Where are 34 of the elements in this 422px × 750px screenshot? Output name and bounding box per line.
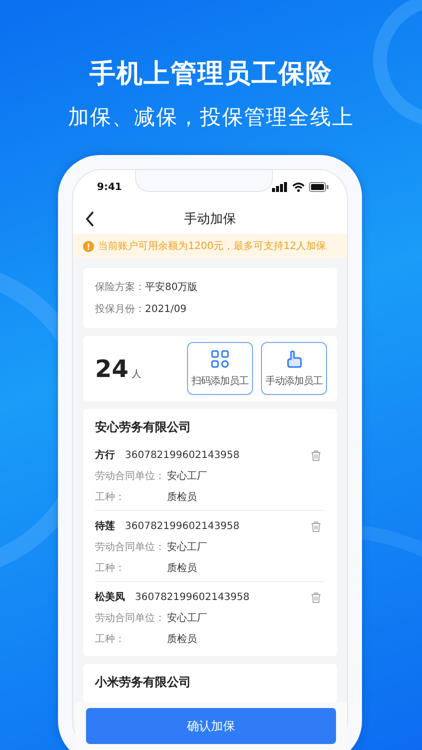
field-label: 劳动合同单位： (95, 612, 166, 625)
id-number: 360782199602143958 (135, 592, 250, 602)
notice-text: 当前账户可用余额为1200元，最多可支持12人加保 (98, 240, 326, 253)
field-label: 工种： (95, 490, 126, 504)
add-employee-button[interactable]: 扫码添加员工 (187, 342, 253, 395)
field-label: 劳动合同单位： (95, 540, 166, 554)
id-number: 360782199602143958 (125, 450, 240, 460)
field-value: 平安80万版 (145, 282, 198, 293)
company-name: 安心劳务有限公司 (95, 419, 192, 436)
confirm-button[interactable]: 确认加保 (86, 708, 336, 744)
field-value: 质检员 (167, 632, 197, 646)
field-label: 投保月份： (95, 304, 145, 315)
add-employee-button[interactable]: 手动添加员工 (261, 342, 327, 395)
field-value: 质检员 (167, 562, 197, 575)
employee-name: 待莲 (95, 520, 115, 533)
employee-name: 松美凤 (95, 590, 125, 604)
field-label: 工种： (95, 562, 126, 575)
field-value: 安心工厂 (167, 470, 207, 483)
id-number: 360782199602143958 (125, 520, 240, 532)
field-value: 安心工厂 (167, 612, 207, 625)
company-name: 小米劳务有限公司 (95, 674, 192, 691)
employee-count: 24 (95, 354, 128, 382)
count-unit: 人 (131, 368, 142, 380)
field-label: 保险方案： (95, 282, 145, 293)
subheadline: 加保、减保，投保管理全线上 (68, 104, 354, 131)
field-value: 2021/09 (145, 304, 187, 315)
employee-name: 方行 (95, 448, 115, 462)
page-title: 手动加保 (184, 211, 236, 228)
field-label: 劳动合同单位： (95, 470, 166, 483)
headline: 手机上管理员工保险 (90, 58, 332, 91)
field-value: 质检员 (167, 490, 197, 504)
status-time: 9:41 (97, 182, 122, 192)
field-label: 工种： (95, 632, 126, 646)
field-value: 安心工厂 (167, 540, 207, 554)
